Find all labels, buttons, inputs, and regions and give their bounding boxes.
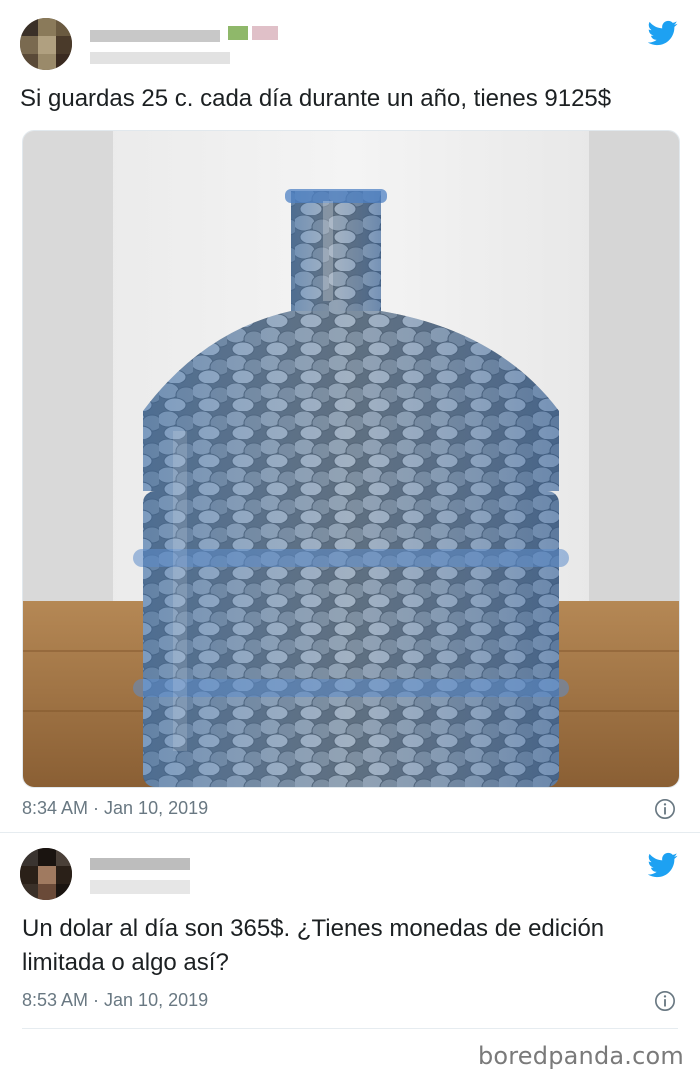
twitter-bird-icon[interactable] [648,850,678,880]
divider [22,1028,678,1029]
tweet-timestamp[interactable]: 8:53 AM · Jan 10, 2019 [22,990,208,1011]
info-icon[interactable] [654,990,676,1012]
watermark: boredpanda.com [477,1042,684,1070]
info-icon[interactable] [654,798,676,820]
avatar[interactable] [20,18,72,70]
tweet-card: Si guardas 25 c. cada día durante un año… [0,0,700,833]
handle-redacted [90,880,190,894]
avatar[interactable] [20,848,72,900]
tweet-card: Un dolar al día son 365$. ¿Tienes moneda… [0,832,700,1032]
display-name-redacted [90,858,190,870]
tweet-photo[interactable] [22,130,680,788]
tweet-timestamp[interactable]: 8:34 AM · Jan 10, 2019 [22,798,208,819]
twitter-bird-icon[interactable] [648,18,678,48]
tweet-text: Si guardas 25 c. cada día durante un año… [20,85,612,112]
tweet-text: Un dolar al día son 365$. ¿Tienes moneda… [22,915,611,976]
name-emoji-redacted [252,26,278,40]
display-name-redacted [90,30,220,42]
handle-redacted [90,52,230,64]
coin-jug-photo [23,131,679,787]
name-emoji-redacted [228,26,248,40]
